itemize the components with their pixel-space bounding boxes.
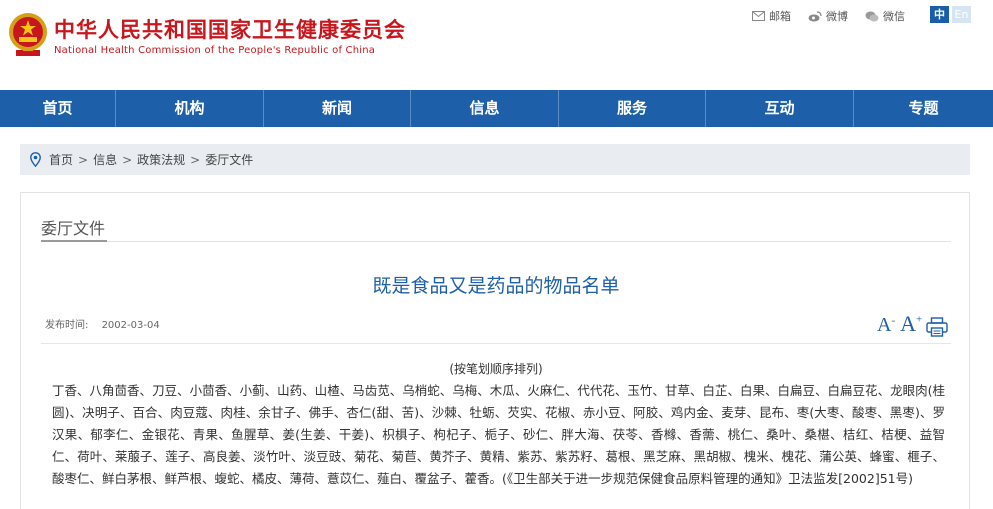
breadcrumb-policies[interactable]: 政策法规: [137, 151, 185, 168]
section-divider: [41, 241, 951, 242]
nav-item-organization[interactable]: 机构: [116, 90, 264, 127]
site-header: 中华人民共和国国家卫生健康委员会 National Health Commiss…: [0, 0, 993, 90]
national-emblem-icon[interactable]: [7, 10, 49, 60]
wechat-link[interactable]: 微信: [865, 8, 905, 24]
lang-chinese-button[interactable]: 中: [930, 6, 949, 23]
breadcrumb-information[interactable]: 信息: [93, 151, 117, 168]
nav-item-topics[interactable]: 专题: [854, 90, 993, 127]
section-title: 委厅文件: [41, 219, 106, 238]
weibo-icon: [808, 10, 822, 21]
mail-link-label: 邮箱: [769, 10, 791, 23]
site-title-english[interactable]: National Health Commission of the People…: [54, 45, 375, 56]
nav-item-services[interactable]: 服务: [559, 90, 706, 127]
breadcrumb-home[interactable]: 首页: [49, 151, 73, 168]
breadcrumb: 首页 > 信息 > 政策法规 > 委厅文件: [20, 144, 970, 175]
location-pin-icon: [30, 152, 41, 167]
article-title: 既是食品又是药品的物品名单: [372, 275, 620, 297]
mail-link[interactable]: 邮箱: [752, 8, 791, 24]
site-title[interactable]: 中华人民共和国国家卫生健康委员会: [54, 14, 406, 44]
top-links: 邮箱 微博 微信: [752, 8, 922, 24]
font-decrease-button[interactable]: A-: [877, 314, 895, 337]
font-increase-button[interactable]: A+: [900, 311, 922, 337]
ordering-note: (按笔划顺序排列): [449, 362, 543, 376]
breadcrumb-documents[interactable]: 委厅文件: [205, 151, 253, 168]
weibo-link-label: 微博: [826, 10, 848, 23]
article-container: 委厅文件 既是食品又是药品的物品名单 发布时间: 2002-03-04 A- A…: [20, 192, 970, 509]
publish-date: 2002-03-04: [101, 320, 160, 331]
wechat-link-label: 微信: [883, 10, 905, 23]
nav-item-information[interactable]: 信息: [411, 90, 559, 127]
wechat-icon: [865, 11, 879, 21]
breadcrumb-separator: >: [78, 152, 89, 167]
breadcrumb-separator: >: [122, 152, 133, 167]
publish-info: 发布时间: 2002-03-04: [45, 316, 170, 331]
main-nav: 首页 机构 新闻 信息 服务 互动 专题: [0, 90, 993, 127]
article-body: 丁香、八角茴香、刀豆、小茴香、小蓟、山药、山楂、马齿苋、乌梢蛇、乌梅、木瓜、火麻…: [52, 383, 945, 486]
breadcrumb-separator: >: [190, 152, 201, 167]
article-tools: A- A+: [877, 311, 948, 337]
weibo-link[interactable]: 微博: [808, 8, 848, 24]
nav-item-home[interactable]: 首页: [0, 90, 116, 127]
article-divider: [41, 343, 951, 344]
nav-item-news[interactable]: 新闻: [264, 90, 411, 127]
mail-icon: [752, 11, 765, 21]
print-icon[interactable]: [926, 317, 948, 337]
lang-english-button[interactable]: En: [952, 6, 971, 23]
section-title-underline: [41, 240, 107, 242]
nav-item-interaction[interactable]: 互动: [706, 90, 854, 127]
publish-label: 发布时间:: [45, 320, 89, 331]
